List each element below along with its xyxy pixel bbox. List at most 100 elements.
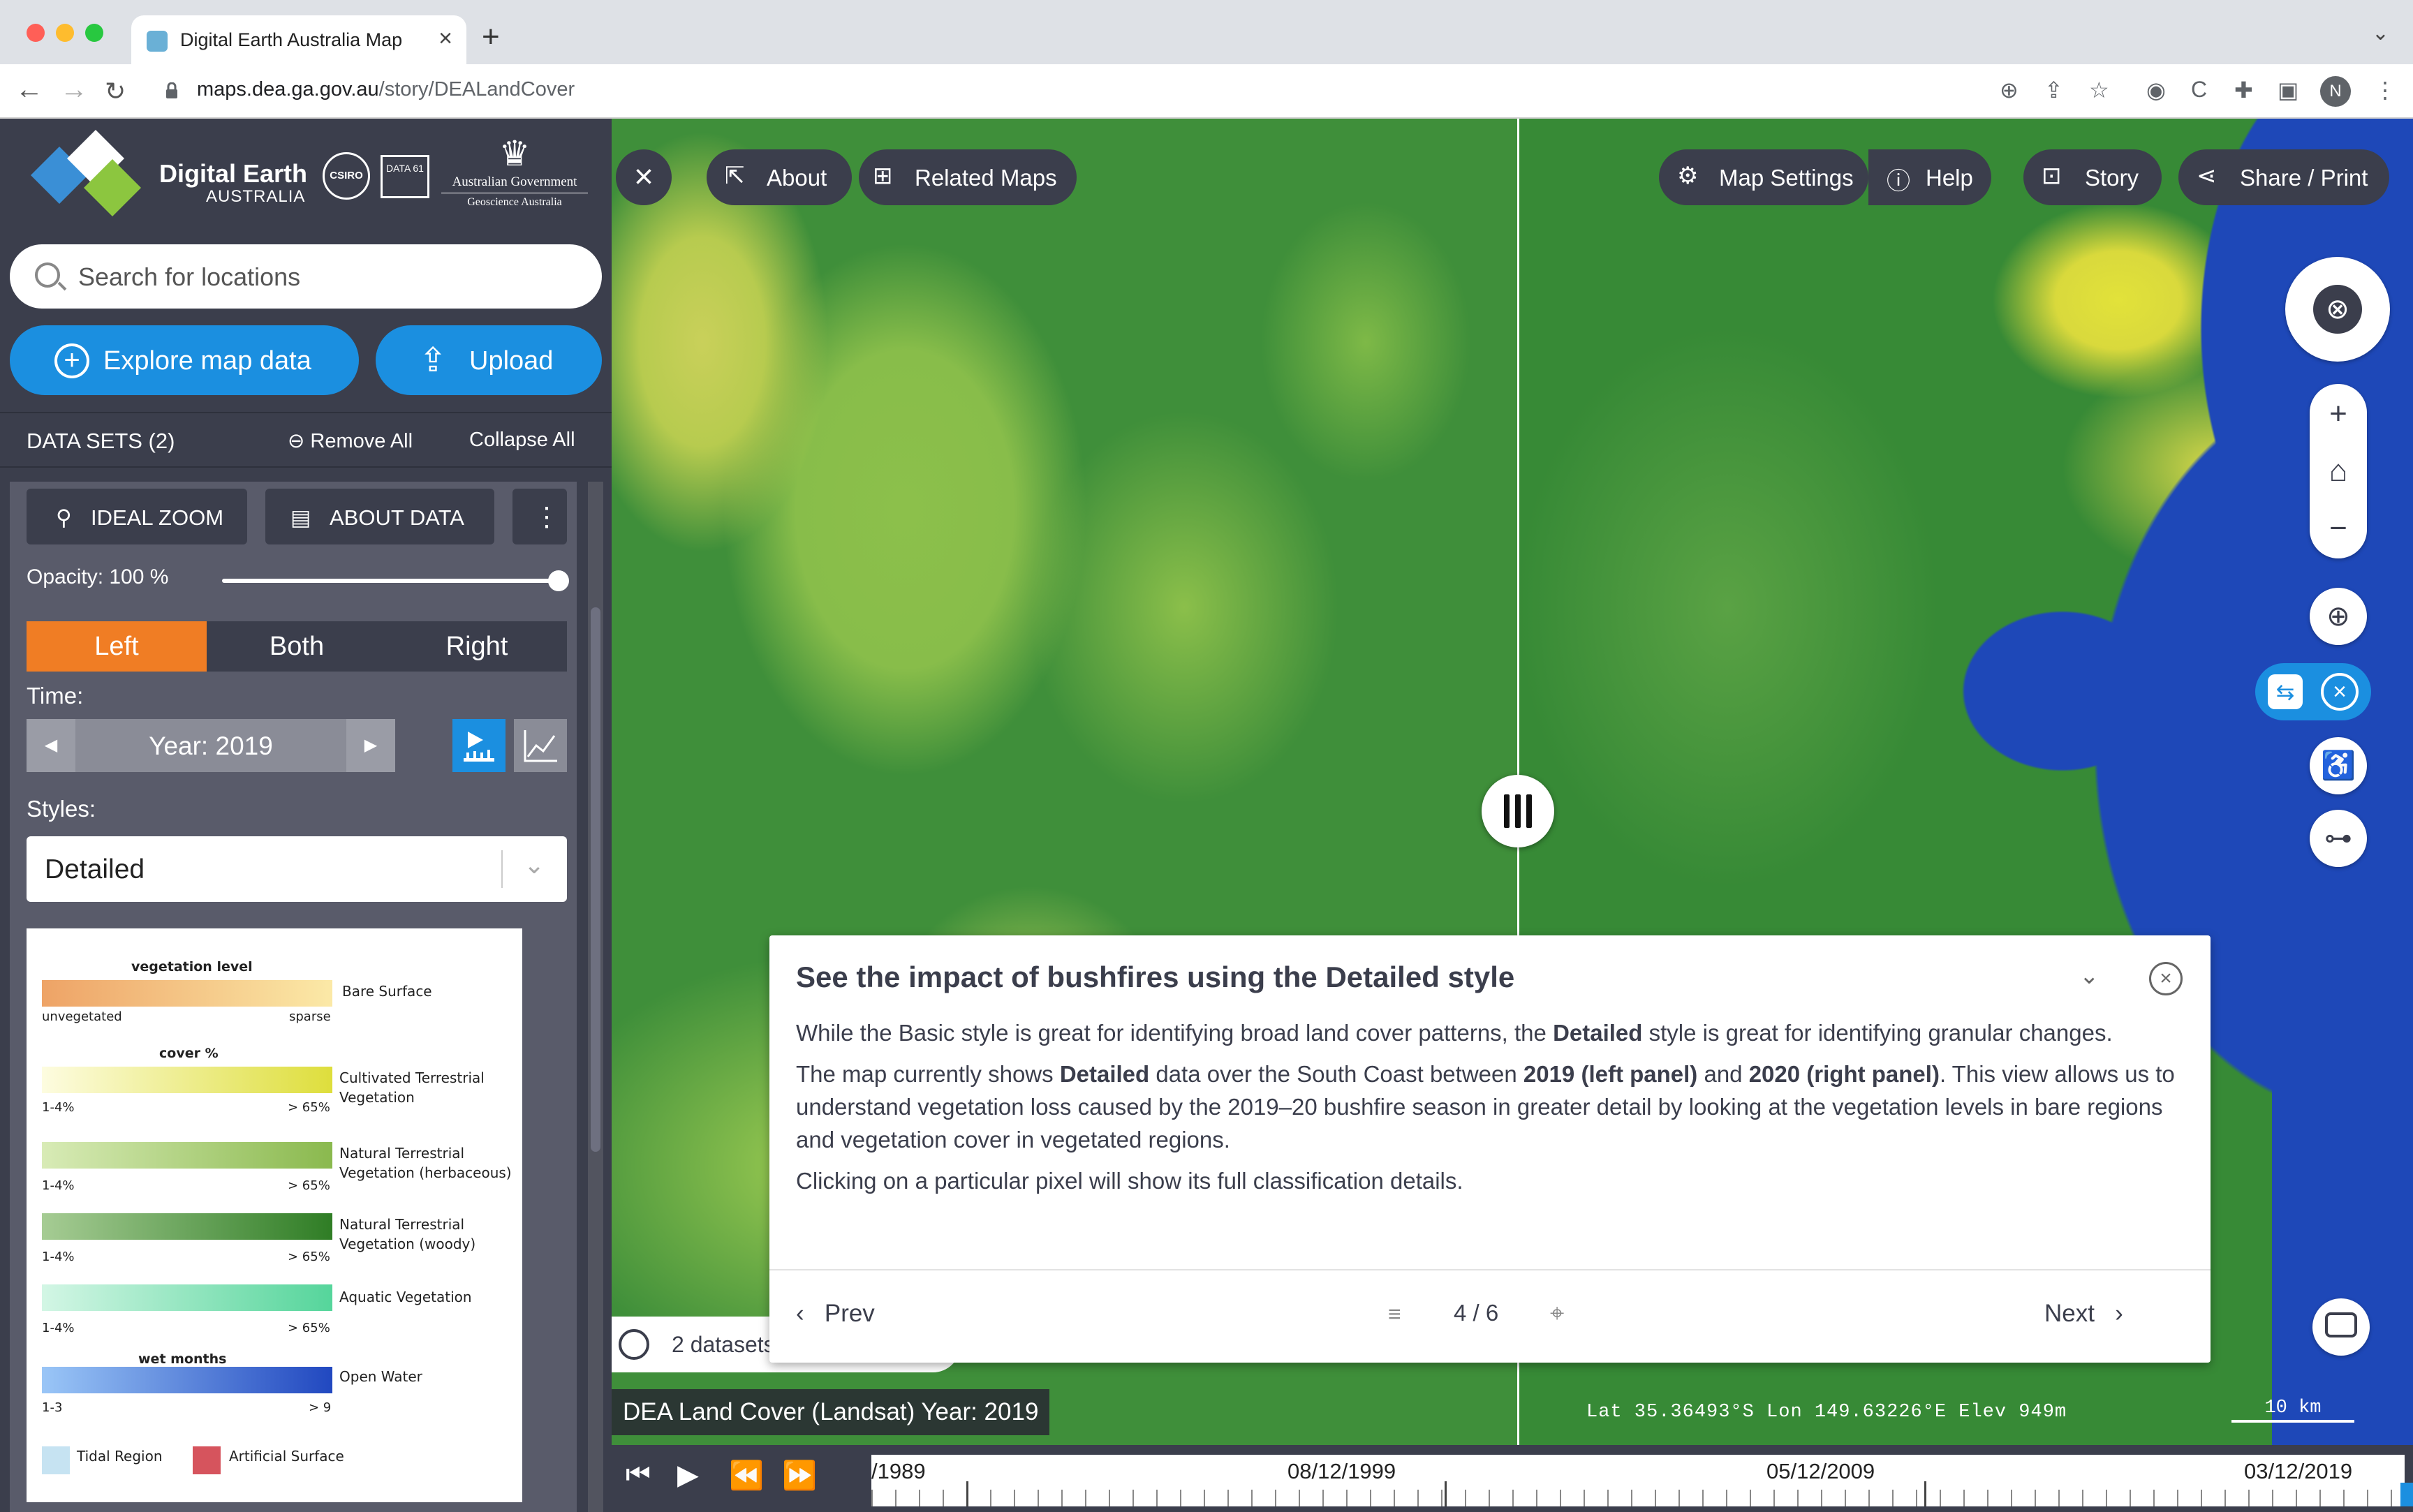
lock-icon	[166, 82, 177, 98]
timeline-bar-icon[interactable]	[452, 719, 506, 772]
search-placeholder: Search for locations	[78, 262, 301, 291]
remove-all-button[interactable]: ⊖ Remove All	[288, 429, 413, 453]
help-button[interactable]: ⓘ Help	[1868, 149, 1991, 205]
measure-tool-icon[interactable]: ⊶	[2310, 810, 2367, 867]
browser-tab[interactable]: Digital Earth Australia Map ×	[131, 15, 466, 64]
more-options-button[interactable]: ⋮	[512, 489, 567, 544]
related-maps-button[interactable]: ⊞ Related Maps	[859, 149, 1077, 205]
opacity-slider-handle[interactable]	[548, 570, 569, 591]
opacity-slider[interactable]	[222, 579, 559, 583]
zoom-out-button[interactable]: −	[2310, 500, 2367, 557]
about-button[interactable]: ⇱ About	[707, 149, 852, 205]
split-left-button[interactable]: Left	[27, 621, 207, 672]
time-value[interactable]: Year: 2019	[75, 732, 346, 761]
explore-map-data-button[interactable]: + Explore map data	[10, 325, 359, 395]
legend-swatch-artificial	[193, 1446, 221, 1474]
tab-close-icon[interactable]: ×	[438, 25, 452, 52]
close-sidebar-button[interactable]: ×	[616, 149, 672, 205]
brand-header: Digital Earth AUSTRALIA CSIRO DATA 61 ♛ …	[0, 119, 612, 237]
tab-search-chevron-icon[interactable]: ⌄	[2372, 21, 2389, 45]
compass-control[interactable]: ⊗	[2285, 257, 2390, 362]
share-icon[interactable]: ⇪	[2044, 77, 2063, 103]
minimize-window-button[interactable]	[56, 24, 74, 42]
upload-label: Upload	[469, 346, 554, 376]
new-tab-button[interactable]: +	[482, 20, 500, 54]
timeline-current-marker[interactable]	[2400, 1483, 2413, 1506]
collapse-all-button[interactable]: Collapse All	[469, 429, 575, 452]
datasets-header: DATA SETS (2) ⊖ Remove All Collapse All	[0, 412, 612, 468]
legend-tick: > 65%	[288, 1321, 330, 1335]
feedback-button[interactable]	[2312, 1298, 2370, 1356]
close-split-button[interactable]: ×	[2321, 673, 2359, 711]
upload-icon: ⇪	[419, 342, 448, 379]
legend-bar-bare-surface	[42, 980, 332, 1007]
split-both-button[interactable]: Both	[207, 621, 387, 672]
extension-icon[interactable]: ◉	[2146, 77, 2166, 103]
my-location-button[interactable]: ⊕	[2310, 588, 2367, 645]
brand-subtitle: AUSTRALIA	[206, 187, 306, 206]
datasets-chip-label: 2 datasets	[672, 1332, 775, 1357]
url-field[interactable]: maps.dea.ga.gov.au/story/DEALandCover	[197, 78, 575, 101]
zoom-icon[interactable]: ⊕	[2000, 77, 2019, 103]
story-button[interactable]: ⊡ Story	[2023, 149, 2162, 205]
legend-bar-aquatic	[42, 1284, 332, 1311]
maximize-window-button[interactable]	[85, 24, 103, 42]
puzzle-icon[interactable]: ✚	[2234, 77, 2253, 103]
timeline-bar: ⏮ ▶ ⏪ ⏩ /1989 08/12/1999 05/12/2009 03/1…	[612, 1445, 2413, 1512]
split-right-button[interactable]: Right	[387, 621, 567, 672]
select-separator	[501, 850, 503, 888]
home-icon[interactable]: ⌂	[2310, 443, 2367, 500]
step-back-icon[interactable]: ⏪	[729, 1459, 764, 1492]
collapse-chevron-icon[interactable]: ⌄	[2079, 962, 2100, 990]
time-selector: ◀ Year: 2019 ▶	[27, 719, 395, 772]
play-icon[interactable]: ▶	[677, 1459, 699, 1491]
legend-tick: > 65%	[288, 1250, 330, 1264]
timeline-track[interactable]: /1989 08/12/1999 05/12/2009 03/12/2019	[871, 1455, 2413, 1506]
legend-label: Tidal Region	[77, 1448, 163, 1465]
ideal-zoom-button[interactable]: ⚲ IDEAL ZOOM	[27, 489, 247, 544]
step-forward-icon[interactable]: ⏩	[782, 1459, 817, 1492]
legend-tick: > 65%	[288, 1100, 330, 1115]
map-view[interactable]: × ⇱ About ⊞ Related Maps ⚙ Map Settings …	[612, 119, 2413, 1445]
close-story-button[interactable]: ×	[2149, 962, 2183, 995]
story-list-icon[interactable]: ≡	[1388, 1301, 1401, 1327]
search-icon: ⚲	[56, 505, 72, 530]
time-label: Time:	[27, 683, 84, 709]
line-chart-icon[interactable]	[514, 719, 567, 772]
split-divider-handle[interactable]	[1482, 775, 1554, 847]
bookmark-star-icon[interactable]: ☆	[2089, 77, 2109, 103]
timeline-major-tick	[966, 1481, 968, 1506]
next-label: Next	[2044, 1300, 2095, 1327]
back-arrow-icon[interactable]: ←	[15, 74, 43, 105]
sidebar-scroll-thumb[interactable]	[591, 607, 600, 1152]
split-tool-pill: ⇆ ×	[2255, 663, 2371, 720]
story-paragraph: Clicking on a particular pixel will show…	[796, 1168, 1463, 1194]
map-settings-button[interactable]: ⚙ Map Settings	[1659, 149, 1868, 205]
split-screen-icon[interactable]: ⇆	[2268, 674, 2303, 709]
profile-avatar[interactable]: N	[2320, 76, 2351, 107]
close-window-button[interactable]	[27, 24, 45, 42]
zoom-in-button[interactable]: +	[2310, 385, 2367, 443]
style-select[interactable]: Detailed ⌄	[27, 836, 567, 902]
story-prev-button[interactable]: ‹ Prev	[796, 1300, 875, 1328]
legend-heading: cover %	[159, 1046, 219, 1061]
skip-to-start-icon[interactable]: ⏮	[626, 1459, 651, 1490]
previous-time-button[interactable]: ◀	[27, 719, 75, 772]
story-label: Story	[2085, 165, 2139, 191]
story-next-button[interactable]: Next ›	[2044, 1300, 2123, 1328]
brand-title: Digital Earth	[159, 159, 308, 188]
extension-cs-icon[interactable]: C	[2191, 77, 2207, 103]
next-time-button[interactable]: ▶	[346, 719, 395, 772]
about-data-button[interactable]: ▤ ABOUT DATA	[265, 489, 494, 544]
sidepanel-icon[interactable]: ▣	[2278, 77, 2298, 103]
story-footer: ‹ Prev ≡ 4 / 6 ⌖ Next ›	[769, 1269, 2211, 1363]
location-search-input[interactable]: Search for locations	[10, 244, 602, 309]
reload-icon[interactable]: ↻	[105, 77, 126, 106]
upload-button[interactable]: ⇪ Upload	[376, 325, 602, 395]
accessibility-icon[interactable]: ♿	[2310, 737, 2367, 794]
browser-menu-icon[interactable]: ⋮	[2374, 77, 2396, 103]
share-print-button[interactable]: ⋖ Share / Print	[2178, 149, 2389, 205]
location-pin-icon[interactable]: ⌖	[1550, 1298, 1564, 1328]
forward-arrow-icon[interactable]: →	[60, 74, 88, 105]
legend-tick: > 65%	[288, 1178, 330, 1193]
